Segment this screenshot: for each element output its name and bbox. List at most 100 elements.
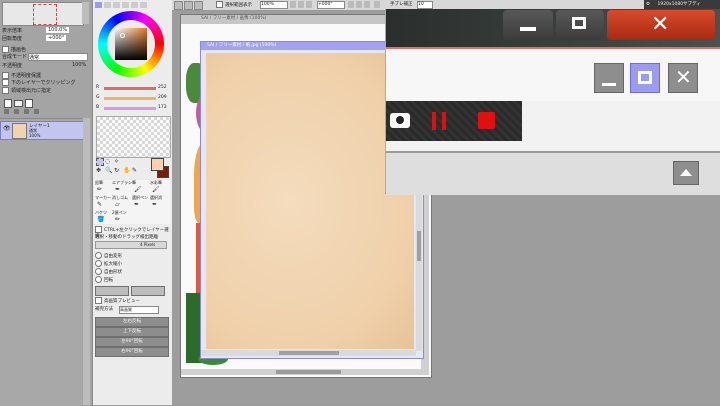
slider-r-bar[interactable] (104, 87, 156, 90)
magnified-restore-button-2[interactable] (630, 63, 660, 93)
rotate-value[interactable]: +000° (46, 35, 67, 41)
paper-canvas[interactable] (206, 53, 414, 349)
checkbox[interactable] (95, 226, 102, 233)
stabilizer-select[interactable]: 10 (417, 1, 433, 9)
toolbar-button-3[interactable] (194, 1, 203, 10)
radio[interactable] (95, 260, 102, 267)
zoom-out-button[interactable] (290, 1, 296, 8)
toolbar-button-1[interactable] (174, 1, 183, 10)
clipping-option[interactable]: 下のレイヤーでクリッピング (2, 79, 76, 86)
hand-tool-icon[interactable]: ✋ (123, 167, 130, 174)
mask-icon[interactable] (34, 109, 39, 114)
zoom-in-button[interactable] (298, 1, 304, 8)
protect-opacity-option[interactable]: 不透明度保護 (2, 72, 41, 79)
eyedropper-icon[interactable]: ✎ (132, 167, 137, 174)
move-tool-icon[interactable]: ✥ (96, 167, 101, 174)
saturation-value-square[interactable] (115, 28, 147, 60)
zoom-select[interactable]: 100% (260, 1, 288, 9)
front-scroll-thumb-h[interactable] (279, 351, 339, 355)
flip-horizontal-button[interactable]: 左右反転 (95, 317, 169, 327)
checkbox[interactable] (216, 1, 223, 8)
checkbox[interactable] (95, 297, 102, 304)
trash-icon[interactable] (4, 109, 9, 114)
select-tool-icon[interactable] (96, 158, 104, 166)
flip-view-button[interactable] (374, 1, 380, 8)
slider-r[interactable]: R 252 (96, 85, 171, 92)
transform-free[interactable]: 自由変形 (95, 252, 122, 259)
stop-icon[interactable] (478, 112, 495, 129)
transform-shape[interactable]: 自由形状 (95, 268, 122, 275)
flip-vertical-button[interactable]: 上下反転 (95, 327, 169, 337)
resolution-tray[interactable]: ⚙ 1920x1080サブディ (644, 0, 720, 9)
zoom-tool-icon[interactable]: 🔍 (105, 167, 112, 174)
clear-icon[interactable] (24, 109, 29, 114)
back-horizontal-scrollbar[interactable] (181, 369, 429, 375)
ok-button[interactable] (95, 286, 129, 296)
pause-icon[interactable] (432, 112, 446, 130)
merge-icon[interactable] (14, 109, 19, 114)
checkbox[interactable] (2, 79, 9, 86)
scroll-up-button[interactable] (673, 161, 699, 185)
radio[interactable] (95, 276, 102, 283)
magnified-minimize-button[interactable] (503, 10, 553, 40)
back-scroll-thumb[interactable] (276, 370, 341, 374)
new-folder-icon[interactable] (14, 100, 23, 107)
cancel-button[interactable] (131, 286, 165, 296)
front-horizontal-scrollbar[interactable] (201, 350, 416, 356)
swatch-grid[interactable] (96, 116, 171, 158)
front-scroll-thumb-v[interactable] (417, 231, 421, 261)
lasso-tool-icon[interactable]: ◌ (105, 158, 110, 165)
visibility-icon[interactable]: 👁 (3, 125, 11, 132)
magnified-close-button-2[interactable]: ✕ (668, 63, 698, 93)
layer-item[interactable]: 👁 レイヤー1 通常 100% (0, 121, 84, 140)
tab-wheel[interactable] (95, 2, 102, 8)
transform-rotate[interactable]: 回転 (95, 276, 113, 283)
zoom-reset-button[interactable] (306, 1, 312, 8)
navigator-preview[interactable] (2, 2, 84, 26)
magnified-restore-button[interactable] (556, 10, 604, 40)
tab-mixer[interactable] (122, 2, 129, 8)
navigator-viewport[interactable] (33, 4, 57, 25)
rotate-ccw-button[interactable] (348, 1, 354, 8)
slider-b[interactable]: B 173 (96, 105, 171, 112)
rotate-right-button[interactable]: 右90°回転 (95, 347, 169, 357)
checkbox[interactable] (2, 87, 9, 94)
angle-select[interactable]: +000° (317, 1, 345, 9)
drag-distance-slider[interactable]: 4 Pixels (95, 241, 167, 249)
hq-preview-option[interactable]: 高画質プレビュー (95, 297, 140, 304)
radio[interactable] (95, 252, 102, 259)
rotate-left-button[interactable]: 左90°回転 (95, 337, 169, 347)
magnified-minimize-button-2[interactable] (594, 63, 624, 93)
tab-rgb[interactable] (104, 2, 111, 8)
magnified-close-button[interactable]: ✕ (607, 10, 715, 40)
show-selection-option[interactable]: 選択範囲表示 (216, 1, 252, 8)
slider-g-bar[interactable] (104, 97, 156, 100)
checkbox[interactable] (2, 46, 9, 53)
radio[interactable] (95, 268, 102, 275)
interp-select[interactable]: 高画質 (119, 306, 159, 314)
copy-layer-icon[interactable] (25, 99, 33, 108)
tab-scratch[interactable] (140, 2, 147, 8)
checkbox[interactable] (2, 72, 9, 79)
tab-hsv[interactable] (113, 2, 120, 8)
sv-cursor[interactable] (120, 33, 125, 38)
blend-mode-select[interactable]: 通常 (28, 53, 88, 61)
magic-wand-icon[interactable]: ✧ (114, 158, 119, 165)
layer-scrollbar[interactable] (83, 118, 90, 405)
zoom-value[interactable]: 100.0% (46, 27, 70, 33)
slider-b-bar[interactable] (104, 107, 156, 110)
rotate-cw-button[interactable] (356, 1, 362, 8)
rotate-tool-icon[interactable]: ↻ (114, 167, 119, 174)
tab-swatch[interactable] (131, 2, 138, 8)
toolbar-button-2[interactable] (184, 1, 193, 10)
rotate-reset-button[interactable] (364, 1, 370, 8)
draw-color-option[interactable]: 描画色 (2, 46, 26, 53)
slider-g[interactable]: G 209 (96, 95, 171, 102)
transform-scale[interactable]: 拡大縮小 (95, 260, 122, 267)
new-layer-icon[interactable] (4, 99, 12, 108)
navigator-scrollbar[interactable] (82, 2, 89, 24)
opacity-value[interactable]: 100% (72, 62, 86, 68)
color-wheel[interactable] (98, 11, 164, 77)
primary-color-swatch[interactable] (151, 158, 164, 171)
detect-source-option[interactable]: 領域検出元に指定 (2, 87, 51, 94)
